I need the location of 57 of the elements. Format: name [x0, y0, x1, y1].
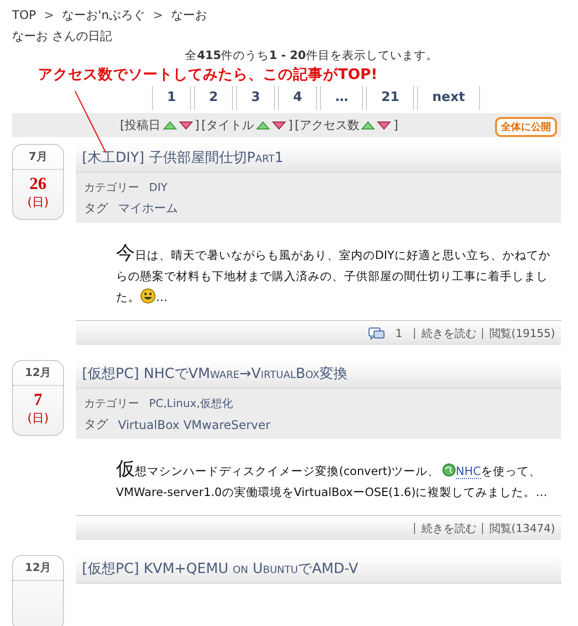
date-weekday: (日) — [26, 410, 50, 426]
page-link[interactable]: … — [320, 86, 364, 110]
entry-title[interactable]: [仮想PC] NHCでVMware→VirtualBox変換 — [82, 365, 348, 383]
breadcrumb-separator: > — [152, 8, 164, 22]
page-link[interactable]: 4 — [278, 86, 318, 110]
view-count: 閲覧(19155) — [482, 328, 555, 338]
date-month: 12月 — [13, 361, 63, 386]
sort-descending-icon — [377, 119, 392, 131]
sort-ascending-icon — [361, 119, 376, 131]
sort-label: [投稿日 — [120, 116, 161, 134]
breadcrumb-link[interactable]: TOP — [12, 8, 36, 22]
sort-ascending-icon — [256, 119, 270, 131]
sort-label: ] — [194, 118, 200, 132]
entry-excerpt: 今 日は、晴天で暑いながらも風があり、室内のDIYに好適と思い立ち、かねてからの懸案で材料も下地材まで購入済みの、子供部屋の間仕切り工事に着手しました。 … — [116, 243, 552, 306]
page-link[interactable]: 3 — [236, 86, 276, 110]
date-month: 12月 — [13, 556, 63, 581]
comment-count[interactable]: 1 — [389, 326, 408, 340]
page-link[interactable]: 2 — [194, 86, 234, 110]
tag-label: タグ — [84, 416, 108, 433]
read-more-link[interactable]: 続きを読む — [414, 328, 476, 338]
result-summary: 全415件のうち1 - 20件目を表示しています。 — [184, 47, 439, 64]
date-day: 26 — [13, 174, 63, 194]
annotation-text: アクセス数でソートしてみたら、この記事がTOP! — [37, 66, 378, 85]
comment-icon — [368, 326, 386, 340]
diary-title: なーお さんの日記 — [12, 28, 113, 45]
page-link[interactable]: 21 — [366, 86, 414, 110]
sort-label: ] — [288, 118, 293, 132]
smiley-icon — [140, 288, 156, 304]
read-more-link[interactable]: 続きを読む — [414, 522, 476, 534]
tag-label: タグ — [84, 200, 108, 217]
globe-icon — [442, 463, 456, 477]
tag-link[interactable]: マイホーム — [118, 200, 178, 217]
entry-title[interactable]: [木工DIY] 子供部屋間仕切Part1 — [82, 149, 284, 167]
category-link[interactable]: PC,Linux,仮想化 — [149, 396, 233, 411]
date-month: 7月 — [13, 145, 63, 170]
sort-label: [アクセス数 — [294, 116, 360, 134]
view-count: 閲覧(13474) — [482, 522, 555, 534]
visibility-badge: 全体に公開 — [495, 117, 557, 137]
category-link[interactable]: DIY — [149, 181, 168, 194]
excerpt-link[interactable]: NHC — [456, 464, 482, 479]
page-link[interactable]: 1 — [152, 86, 192, 110]
category-label: カテゴリー — [84, 180, 139, 195]
sort-descending-icon — [178, 119, 193, 131]
date-weekday: (日) — [26, 194, 50, 210]
sort-label: [タイトル — [201, 116, 254, 134]
sort-descending-icon — [272, 119, 286, 131]
entry-excerpt: 仮想マシンハードディスクイメージ変換(convert)ツール、 NHCを使って、VMWare-server1.0の実働環境をVirtualBoxーOSE(1.6)に複製してみました。… — [116, 459, 548, 501]
sort-ascending-icon — [162, 119, 177, 131]
breadcrumb-separator: > — [44, 8, 54, 22]
tag-link[interactable]: VirtualBox VMwareServer — [118, 418, 270, 432]
entry-title[interactable]: [仮想PC] KVM+QEMU on UbuntuでAMD-V — [82, 560, 358, 578]
category-label: カテゴリー — [84, 396, 139, 411]
breadcrumb-link[interactable]: なーお'nぶろぐ — [62, 6, 145, 24]
date-day: 7 — [13, 390, 63, 410]
breadcrumb-link[interactable]: なーお — [171, 6, 208, 24]
page-link[interactable]: next — [417, 86, 480, 110]
sort-label: ] — [393, 118, 398, 132]
